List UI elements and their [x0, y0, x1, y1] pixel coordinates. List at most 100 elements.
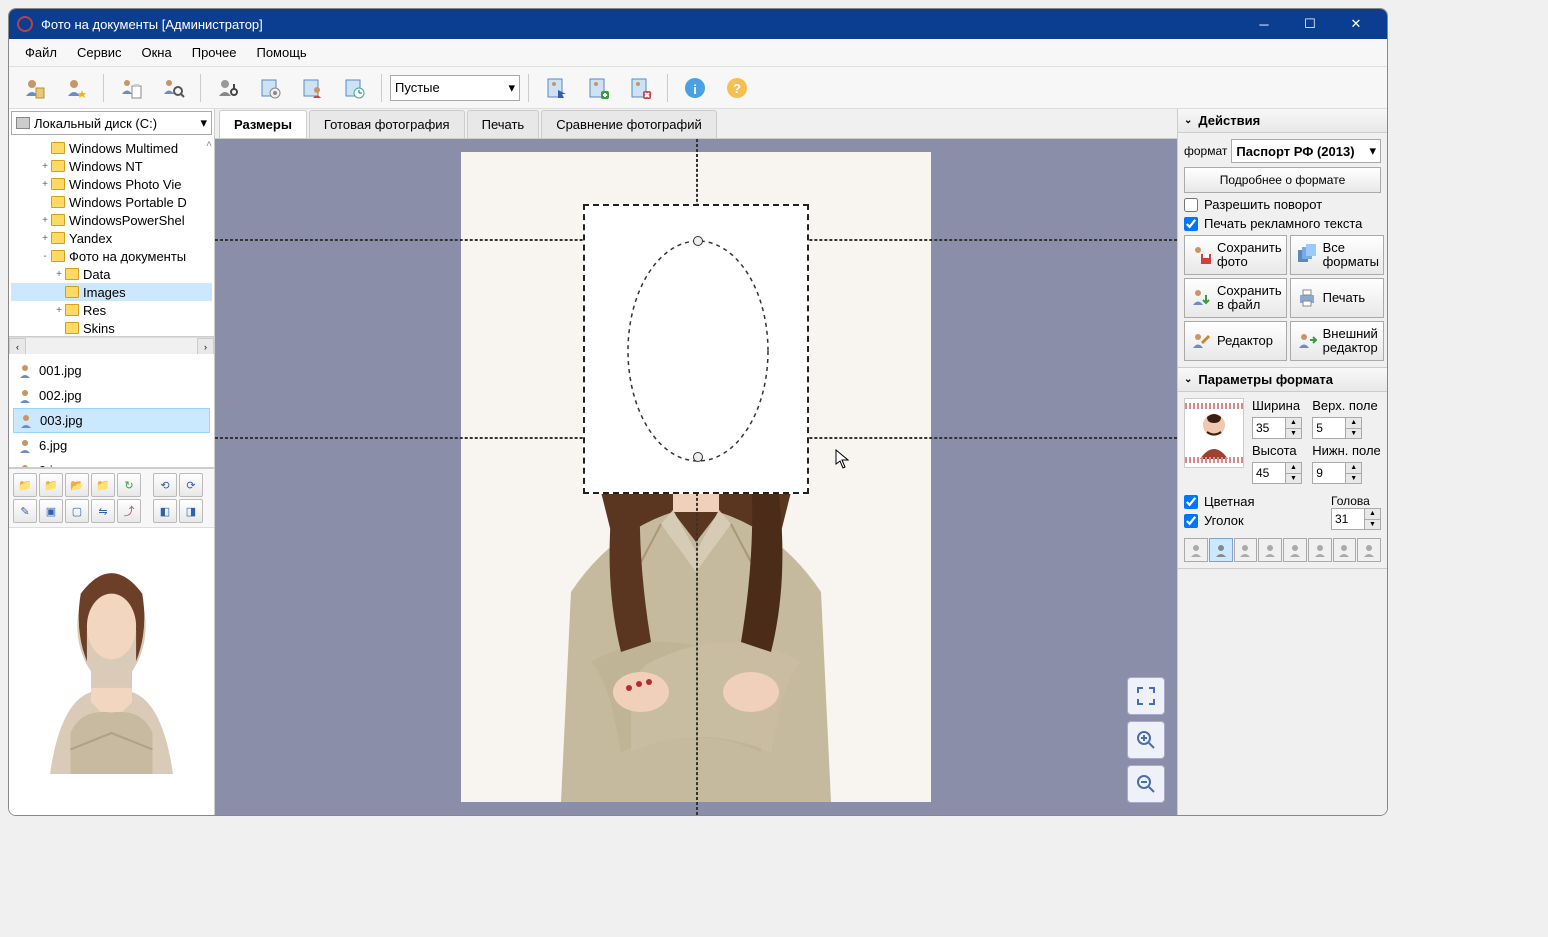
height-spinner[interactable]: ▲▼ — [1252, 462, 1302, 484]
photo-canvas[interactable] — [215, 139, 1177, 815]
menu-help[interactable]: Помощь — [246, 41, 316, 64]
tree-node[interactable]: Windows Multimed — [11, 139, 212, 157]
zoom-in-button[interactable] — [1127, 721, 1165, 759]
file-item[interactable]: 003.jpg — [13, 408, 210, 433]
head-input[interactable] — [1332, 509, 1364, 529]
tree-node[interactable]: Images — [11, 283, 212, 301]
tree-node[interactable]: +WindowsPowerShel — [11, 211, 212, 229]
toolbar-time-icon[interactable] — [335, 70, 373, 106]
corner-checkbox[interactable]: Уголок — [1184, 513, 1321, 528]
all-formats-button[interactable]: Все форматы — [1290, 235, 1384, 275]
expander-icon[interactable]: + — [39, 179, 51, 190]
more-format-button[interactable]: Подробнее о формате — [1184, 167, 1381, 193]
tool-edit-icon[interactable]: ✎ — [13, 499, 37, 523]
crop-handle-bottom[interactable] — [693, 452, 703, 462]
spin-down-icon[interactable]: ▼ — [1345, 474, 1361, 484]
tree-node[interactable]: +Yandex — [11, 229, 212, 247]
toolbar-search-icon[interactable] — [154, 70, 192, 106]
folder-tree[interactable]: Windows Multimed+Windows NT+Windows Phot… — [9, 137, 214, 337]
spin-down-icon[interactable]: ▼ — [1285, 474, 1301, 484]
allow-rotate-checkbox[interactable]: Разрешить поворот — [1184, 197, 1381, 212]
expander-icon[interactable]: + — [53, 305, 65, 316]
scroll-up-icon[interactable]: ˄ — [206, 139, 212, 150]
style-2-button[interactable] — [1209, 538, 1233, 562]
top-input[interactable] — [1313, 418, 1345, 438]
toolbar-favorite-icon[interactable] — [57, 70, 95, 106]
save-file-button[interactable]: Сохранить в файл — [1184, 278, 1287, 318]
minimize-button[interactable]: ─ — [1241, 9, 1287, 39]
toolbar-key-icon[interactable] — [209, 70, 247, 106]
menu-file[interactable]: Файл — [15, 41, 67, 64]
tool-folder2-icon[interactable]: 📁 — [91, 473, 115, 497]
tab-sizes[interactable]: Размеры — [219, 110, 307, 138]
tool-frame-icon[interactable]: ▢ — [65, 499, 89, 523]
tree-hscroll[interactable]: ‹ › — [9, 337, 214, 354]
tree-node[interactable]: +Windows NT — [11, 157, 212, 175]
tool-refresh-icon[interactable]: ↻ — [117, 473, 141, 497]
expander-icon[interactable]: + — [53, 269, 65, 280]
ext-editor-button[interactable]: Внешний редактор — [1290, 321, 1384, 361]
style-6-button[interactable] — [1308, 538, 1332, 562]
menu-service[interactable]: Сервис — [67, 41, 132, 64]
spin-up-icon[interactable]: ▲ — [1345, 463, 1361, 474]
toolbar-combo[interactable]: Пустые▾ — [390, 75, 520, 101]
tab-print[interactable]: Печать — [467, 110, 540, 138]
file-list[interactable]: 001.jpg002.jpg003.jpg6.jpg9.jpg — [9, 354, 214, 468]
tree-node[interactable]: +Res — [11, 301, 212, 319]
print-ads-checkbox[interactable]: Печать рекламного текста — [1184, 216, 1381, 231]
scroll-right-icon[interactable]: › — [197, 338, 214, 355]
spin-up-icon[interactable]: ▲ — [1285, 418, 1301, 429]
toolbar-list-cursor-icon[interactable] — [537, 70, 575, 106]
style-7-button[interactable] — [1333, 538, 1357, 562]
tool-folder-icon[interactable]: 📂 — [65, 473, 89, 497]
maximize-button[interactable]: ☐ — [1287, 9, 1333, 39]
tree-node[interactable]: -Фото на документы — [11, 247, 212, 265]
allow-rotate-input[interactable] — [1184, 198, 1198, 212]
tool-add-folder-icon[interactable]: 📁 — [13, 473, 37, 497]
expander-icon[interactable]: - — [39, 251, 51, 262]
spin-up-icon[interactable]: ▲ — [1364, 509, 1380, 520]
style-4-button[interactable] — [1258, 538, 1282, 562]
toolbar-open-icon[interactable] — [15, 70, 53, 106]
width-spinner[interactable]: ▲▼ — [1252, 417, 1302, 439]
style-1-button[interactable] — [1184, 538, 1208, 562]
color-input[interactable] — [1184, 495, 1198, 509]
file-item[interactable]: 002.jpg — [13, 383, 210, 408]
scroll-left-icon[interactable]: ‹ — [9, 338, 26, 355]
tab-compare[interactable]: Сравнение фотографий — [541, 110, 717, 138]
tool-rotate-left-icon[interactable]: ⟲ — [153, 473, 177, 497]
tool-export-icon[interactable]: ⤴ — [117, 499, 141, 523]
toolbar-info-icon[interactable]: i — [676, 70, 714, 106]
file-item[interactable]: 001.jpg — [13, 358, 210, 383]
height-input[interactable] — [1253, 463, 1285, 483]
scroll-track[interactable] — [26, 338, 197, 354]
crop-handle-top[interactable] — [693, 236, 703, 246]
tree-node[interactable]: Skins — [11, 319, 212, 337]
style-3-button[interactable] — [1234, 538, 1258, 562]
file-item[interactable]: 6.jpg — [13, 433, 210, 458]
toolbar-user-icon[interactable] — [293, 70, 331, 106]
toolbar-settings-icon[interactable] — [251, 70, 289, 106]
fit-screen-button[interactable] — [1127, 677, 1165, 715]
toolbar-help-icon[interactable]: ? — [718, 70, 756, 106]
spin-up-icon[interactable]: ▲ — [1285, 463, 1301, 474]
zoom-out-button[interactable] — [1127, 765, 1165, 803]
head-spinner[interactable]: ▲▼ — [1331, 508, 1381, 530]
crop-frame[interactable] — [583, 204, 809, 494]
expander-icon[interactable]: + — [39, 215, 51, 226]
corner-input[interactable] — [1184, 514, 1198, 528]
expander-icon[interactable]: + — [39, 161, 51, 172]
section-actions-header[interactable]: ⌄Действия — [1178, 109, 1387, 133]
drive-combo[interactable]: Локальный диск (C:) ▾ — [11, 111, 212, 135]
tool-remove-folder-icon[interactable]: 📁 — [39, 473, 63, 497]
menu-windows[interactable]: Окна — [132, 41, 182, 64]
print-ads-input[interactable] — [1184, 217, 1198, 231]
expander-icon[interactable]: + — [39, 233, 51, 244]
print-button[interactable]: Печать — [1290, 278, 1384, 318]
tool-crop-icon[interactable]: ▣ — [39, 499, 63, 523]
toolbar-clipboard-icon[interactable] — [112, 70, 150, 106]
tool-flip-icon[interactable]: ⇋ — [91, 499, 115, 523]
editor-button[interactable]: Редактор — [1184, 321, 1287, 361]
save-photo-button[interactable]: Сохранить фото — [1184, 235, 1287, 275]
tool-rotate-right-icon[interactable]: ⟳ — [179, 473, 203, 497]
